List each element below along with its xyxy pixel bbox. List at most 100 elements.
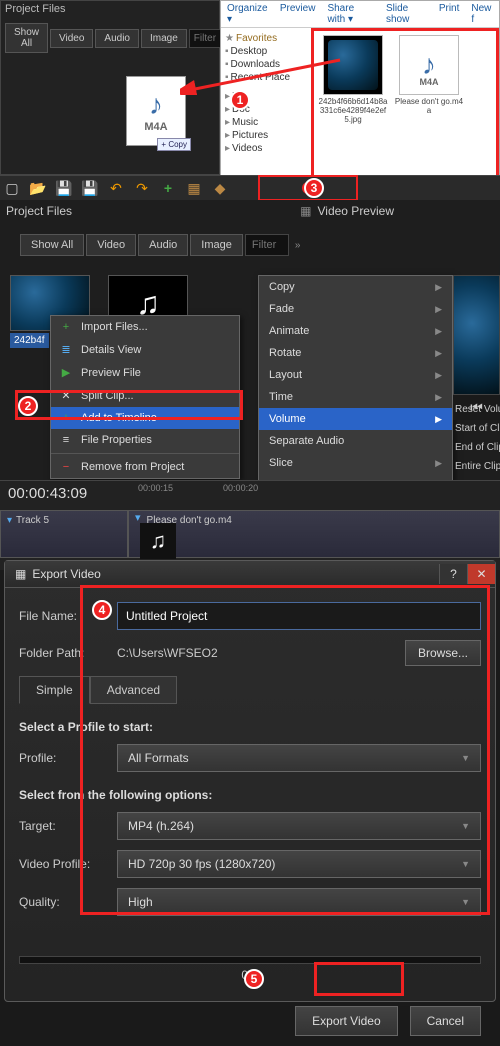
project-files-title: Project Files <box>1 1 219 17</box>
menu-import-files[interactable]: +Import Files... <box>51 316 239 338</box>
tab-simple[interactable]: Simple <box>19 676 90 704</box>
print-menu[interactable]: Print <box>439 3 460 25</box>
menu-copy[interactable]: Copy▶ <box>259 276 452 298</box>
marker-icon[interactable]: ◆ <box>212 180 228 196</box>
submenu-end-of-clip[interactable]: End of Clip <box>453 438 500 457</box>
export-title: Export Video <box>32 567 101 581</box>
preview-menu[interactable]: Preview <box>280 3 316 25</box>
submenu-start-of-clip[interactable]: Start of Clip <box>453 419 500 438</box>
menu-details-view[interactable]: ≣Details View <box>51 338 239 361</box>
favorites-node: ★Favorites <box>223 32 309 45</box>
tree-videos: ▸Videos <box>223 142 309 155</box>
file-m4a[interactable]: ♪M4A Please don't go.m4a <box>394 35 464 176</box>
step-badge-5: 5 <box>244 969 264 989</box>
tree-downloads: ▪Downloads <box>223 58 309 71</box>
chevron-down-icon: ▼ <box>461 753 470 763</box>
grid-icon[interactable]: ▦ <box>300 204 311 218</box>
project-files-panel-top: Project Files Show All Video Audio Image… <box>0 0 220 175</box>
tab-advanced[interactable]: Advanced <box>90 676 177 704</box>
menu-separate-audio[interactable]: Separate Audio <box>259 430 452 452</box>
folder-path: C:\Users\WFSEO2 <box>117 646 397 660</box>
music-note-icon: ♪ <box>149 89 163 121</box>
tree-recent: ▪Recent Place <box>223 71 309 84</box>
target-label: Target: <box>19 819 109 833</box>
m4a-file-thumb[interactable]: ♪ M4A + Copy <box>126 76 186 146</box>
profile-label: Profile: <box>19 751 109 765</box>
copy-badge: + Copy <box>157 138 191 151</box>
menu-add-to-timeline[interactable]: +Add to Timeline <box>51 407 239 429</box>
project-files-label: Project Files <box>6 204 72 218</box>
step-badge-4: 4 <box>92 600 112 620</box>
tab-image[interactable]: Image <box>190 234 243 256</box>
video-profile-select[interactable]: HD 720p 30 fps (1280x720)▼ <box>117 850 481 878</box>
step-badge-2: 2 <box>18 396 38 416</box>
undo-icon[interactable]: ↶ <box>108 180 124 196</box>
context-menu-file: +Import Files... ≣Details View ▶Preview … <box>50 315 240 479</box>
browse-button[interactable]: Browse... <box>405 640 481 666</box>
export-titlebar: ▦ Export Video ? ✕ <box>5 561 495 588</box>
file-browser: Organize ▾ Preview Share with ▾ Slide sh… <box>220 0 500 175</box>
project-tabs-top: Show All Video Audio Image <box>1 17 219 59</box>
new-icon[interactable]: ▢ <box>4 180 20 196</box>
export-video-button[interactable]: Export Video <box>295 1006 398 1036</box>
options-section-label: Select from the following options: <box>19 788 481 802</box>
target-select[interactable]: MP4 (h.264)▼ <box>117 812 481 840</box>
folder-label: Folder Path: <box>19 646 109 660</box>
menu-preview-file[interactable]: ▶Preview File <box>51 361 239 384</box>
tab-video[interactable]: Video <box>86 234 136 256</box>
chevron-down-icon: ▼ <box>461 897 470 907</box>
video-preview-label: Video Preview <box>318 204 395 218</box>
menu-slice[interactable]: Slice▶ <box>259 452 452 474</box>
menu-remove-from-project[interactable]: −Remove from Project <box>51 456 239 478</box>
tree-pictures: ▸Pictures <box>223 129 309 142</box>
timeline-ruler: 00:00:15 00:00:20 <box>130 481 266 495</box>
menu-layout[interactable]: Layout▶ <box>259 364 452 386</box>
organize-menu[interactable]: Organize ▾ <box>227 3 268 25</box>
redo-icon[interactable]: ↷ <box>134 180 150 196</box>
audio-clip[interactable]: ▾ Please don't go.m4 <box>128 510 500 558</box>
menu-animate[interactable]: Animate▶ <box>259 320 452 342</box>
newfolder-menu[interactable]: New f <box>471 3 493 25</box>
save-as-icon[interactable]: 💾 <box>82 180 98 196</box>
chevron-down-icon: ▾ <box>7 515 12 553</box>
open-icon[interactable]: 📂 <box>30 180 46 196</box>
clip-music-icon: ♫ <box>140 523 176 559</box>
save-icon[interactable]: 💾 <box>56 180 72 196</box>
filename-input[interactable] <box>117 602 481 630</box>
menu-file-properties[interactable]: ≡File Properties <box>51 429 239 451</box>
share-menu[interactable]: Share with ▾ <box>327 3 374 25</box>
quality-label: Quality: <box>19 895 109 909</box>
timeline: 00:00:15 00:00:20 00:00:43:09 ▾Track 5 ▾… <box>0 480 500 570</box>
submenu-entire-clip[interactable]: Entire Clip <box>453 457 500 476</box>
slideshow-menu[interactable]: Slide show <box>386 3 427 25</box>
step-badge-3: 3 <box>304 178 324 198</box>
menu-fade[interactable]: Fade▶ <box>259 298 452 320</box>
track-header[interactable]: ▾Track 5 <box>0 510 128 558</box>
profile-select[interactable]: All Formats▼ <box>117 744 481 772</box>
menu-volume[interactable]: Volume▶ <box>259 408 452 430</box>
quality-select[interactable]: High▼ <box>117 888 481 916</box>
cancel-button[interactable]: Cancel <box>410 1006 481 1036</box>
menu-rotate[interactable]: Rotate▶ <box>259 342 452 364</box>
filter-input-mid[interactable] <box>245 234 289 256</box>
file-jpg[interactable]: 242b4f66b6d14b8a331c6e4289f4e2ef5.jpg <box>318 35 388 176</box>
help-button[interactable]: ? <box>439 564 467 584</box>
tab-video[interactable]: Video <box>50 29 93 48</box>
video-profile-label: Video Profile: <box>19 857 109 871</box>
add-icon[interactable]: + <box>160 180 176 196</box>
expand-icon[interactable]: » <box>291 240 305 251</box>
tab-show-all[interactable]: Show All <box>20 234 84 256</box>
tab-audio[interactable]: Audio <box>95 29 139 48</box>
menu-split-clip[interactable]: ✕Split Clip... <box>51 384 239 407</box>
preview-canvas <box>453 275 500 395</box>
tab-image[interactable]: Image <box>141 29 187 48</box>
film-icon[interactable]: ▦ <box>186 180 202 196</box>
film-icon: ▦ <box>15 567 26 581</box>
submenu-reset-volume[interactable]: Reset Volum <box>453 400 500 419</box>
tab-audio[interactable]: Audio <box>138 234 188 256</box>
main-toolbar: ▢ 📂 💾 💾 ↶ ↷ + ▦ ◆ <box>0 175 500 201</box>
tab-show-all[interactable]: Show All <box>5 23 48 53</box>
menu-time[interactable]: Time▶ <box>259 386 452 408</box>
close-button[interactable]: ✕ <box>467 564 495 584</box>
file-thumbs: 242b4f66b6d14b8a331c6e4289f4e2ef5.jpg ♪M… <box>311 28 499 183</box>
